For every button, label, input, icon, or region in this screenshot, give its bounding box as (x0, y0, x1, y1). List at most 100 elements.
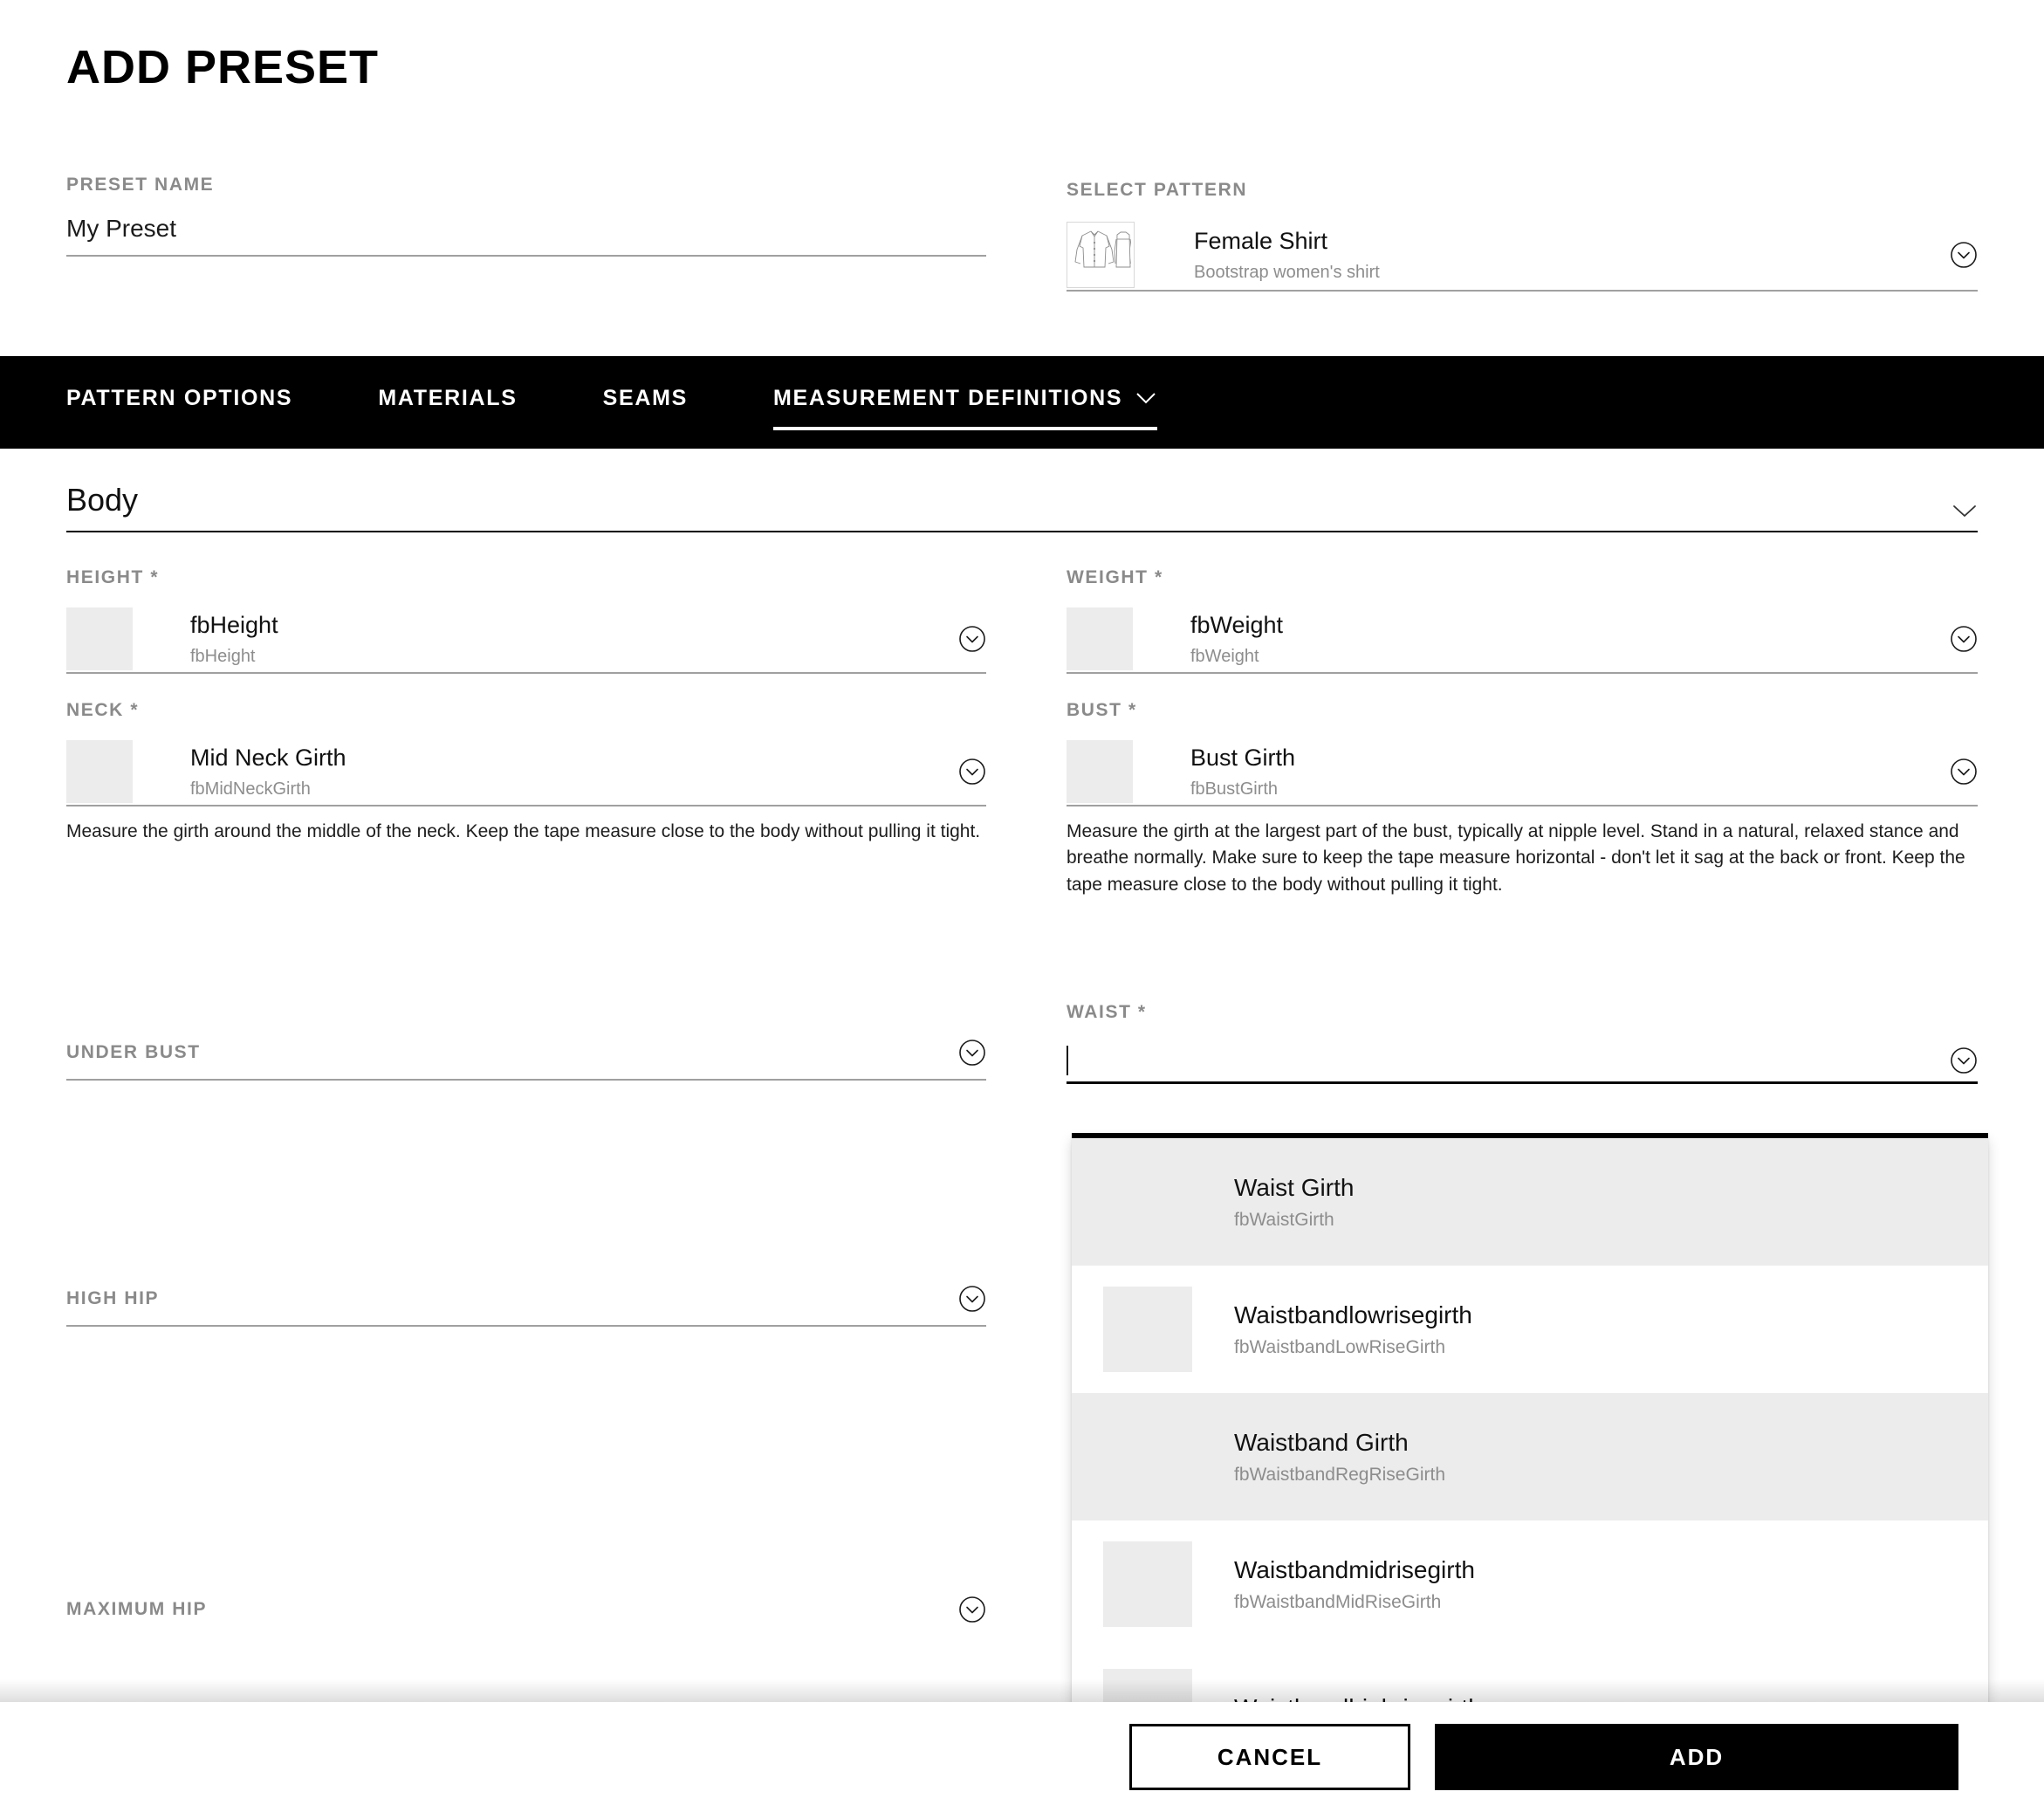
option-text: Waistband Girth fbWaistbandRegRiseGirth (1234, 1428, 1445, 1486)
field-weight-label: WEIGHT * (1067, 567, 1163, 587)
option-subtitle: fbWaistGirth (1234, 1210, 1334, 1231)
option-subtitle: fbWaistbandLowRiseGirth (1234, 1337, 1445, 1358)
option-title: Waist Girth (1234, 1173, 1355, 1201)
field-weight-subtitle: fbWeight (1190, 647, 1259, 667)
field-height-select[interactable]: fbHeight fbHeight (66, 606, 986, 674)
field-bust-text: Bust Girth fbBustGirth (1190, 744, 1295, 800)
field-weight-title: fbWeight (1190, 611, 1284, 638)
chevron-down-icon[interactable] (1951, 503, 1978, 518)
field-height: HEIGHT * fbHeight fbHeight (66, 567, 986, 674)
field-neck-label: NECK * (66, 700, 140, 720)
field-weight-text: fbWeight fbWeight (1190, 611, 1283, 668)
option-thumbnail (1103, 1287, 1192, 1372)
chevron-down-circle-icon[interactable] (958, 758, 986, 786)
option-subtitle: fbWaistbandRegRiseGirth (1234, 1465, 1445, 1486)
option-title: Waistband Girth (1234, 1428, 1409, 1456)
field-weight-select[interactable]: fbWeight fbWeight (1067, 606, 1978, 674)
field-under-bust-select[interactable]: UNDER BUST (66, 1039, 986, 1081)
pattern-thumbnail (1067, 222, 1135, 288)
add-preset-dialog: ADD PRESET PRESET NAME SELECT PATTERN (0, 0, 2044, 1812)
field-under-bust: UNDER BUST (66, 1039, 986, 1081)
field-under-bust-label: UNDER BUST (66, 1042, 201, 1062)
option-text: Waist Girth fbWaistGirth (1234, 1173, 1354, 1232)
tab-seams[interactable]: SEAMS (603, 386, 688, 420)
pattern-text: Female Shirt Bootstrap women's shirt (1194, 227, 1380, 284)
field-neck-subtitle: fbMidNeckGirth (190, 779, 311, 800)
preset-name-label: PRESET NAME (66, 175, 215, 195)
field-high-hip-label: HIGH HIP (66, 1288, 160, 1308)
select-pattern-dropdown[interactable]: Female Shirt Bootstrap women's shirt (1067, 220, 1978, 292)
field-bust-label: BUST * (1067, 700, 1137, 720)
field-bust-select[interactable]: Bust Girth fbBustGirth (1067, 738, 1978, 806)
field-maximum-hip: MAXIMUM HIP (66, 1596, 986, 1636)
dropdown-option[interactable]: Waistbandlowrisegirth fbWaistbandLowRise… (1072, 1266, 1988, 1393)
text-cursor (1067, 1045, 1068, 1075)
field-neck-thumbnail (66, 740, 133, 803)
tab-label: SEAMS (602, 385, 688, 410)
dropdown-option[interactable]: Waistbandmidrisegirth fbWaistbandMidRise… (1072, 1520, 1988, 1648)
tab-label: MATERIALS (378, 385, 518, 410)
field-neck-text: Mid Neck Girth fbMidNeckGirth (190, 744, 346, 800)
pattern-title: Female Shirt (1194, 227, 1328, 254)
chevron-down-circle-icon[interactable] (958, 1596, 986, 1623)
field-waist-label: WAIST * (1067, 1002, 1147, 1022)
chevron-down-circle-icon[interactable] (958, 625, 986, 653)
tab-label: MEASUREMENT DEFINITIONS (773, 385, 1123, 410)
tab-materials[interactable]: MATERIALS (378, 386, 517, 420)
field-neck-hint: Measure the girth around the middle of t… (66, 821, 981, 841)
select-pattern-group: SELECT PATTERN Female Shirt Bootstrap wo… (1067, 180, 1978, 292)
field-bust-title: Bust Girth (1190, 744, 1296, 771)
field-height-label: HEIGHT * (66, 567, 160, 587)
chevron-down-circle-icon[interactable] (1950, 1047, 1978, 1074)
field-neck-title: Mid Neck Girth (190, 744, 346, 771)
field-bust-thumbnail (1067, 740, 1133, 803)
field-height-title: fbHeight (190, 611, 278, 638)
tab-label: PATTERN OPTIONS (66, 385, 293, 410)
chevron-down-circle-icon[interactable] (958, 1285, 986, 1313)
select-pattern-label: SELECT PATTERN (1067, 180, 1248, 200)
add-button[interactable]: ADD (1435, 1724, 1958, 1790)
dropdown-top-border (1072, 1133, 1988, 1138)
waist-options-dropdown[interactable]: Waist Girth fbWaistGirth Waistbandlowris… (1072, 1138, 1988, 1714)
page-title: ADD PRESET (66, 41, 380, 93)
field-high-hip-select[interactable]: HIGH HIP (66, 1285, 986, 1327)
option-subtitle: fbWaistbandMidRiseGirth (1234, 1592, 1442, 1613)
tab-bar: PATTERN OPTIONS MATERIALS SEAMS MEASUREM… (0, 356, 2044, 449)
field-height-text: fbHeight fbHeight (190, 611, 278, 668)
field-maximum-hip-select[interactable]: MAXIMUM HIP (66, 1596, 986, 1636)
field-weight-thumbnail (1067, 607, 1133, 670)
field-bust-subtitle: fbBustGirth (1190, 779, 1279, 800)
field-height-subtitle: fbHeight (190, 647, 256, 667)
dialog-footer: CANCEL ADD (0, 1702, 2044, 1812)
section-title: Body (66, 482, 139, 518)
chevron-down-circle-icon[interactable] (1950, 241, 1978, 269)
dropdown-option[interactable]: Waistband Girth fbWaistbandRegRiseGirth (1072, 1393, 1988, 1520)
section-header-body[interactable]: Body (66, 482, 1978, 532)
field-bust-hint: Measure the girth at the largest part of… (1067, 821, 1965, 895)
field-neck-select[interactable]: Mid Neck Girth fbMidNeckGirth (66, 738, 986, 806)
option-text: Waistbandmidrisegirth fbWaistbandMidRise… (1234, 1555, 1475, 1614)
chevron-down-circle-icon[interactable] (1950, 625, 1978, 653)
option-title: Waistbandlowrisegirth (1234, 1301, 1472, 1328)
dropdown-option[interactable]: Waist Girth fbWaistGirth (1072, 1138, 1988, 1266)
field-height-thumbnail (66, 607, 133, 670)
header-fields: PRESET NAME SELECT PATTERN (0, 171, 2044, 337)
tab-pattern-options[interactable]: PATTERN OPTIONS (66, 386, 292, 420)
chevron-down-circle-icon[interactable] (958, 1039, 986, 1067)
option-thumbnail (1103, 1541, 1192, 1627)
pattern-subtitle: Bootstrap women's shirt (1194, 263, 1380, 283)
field-bust: BUST * Bust Girth fbBustGirth Measure th… (1067, 700, 1978, 898)
field-waist-combobox[interactable] (1067, 1039, 1978, 1084)
field-maximum-hip-label: MAXIMUM HIP (66, 1599, 208, 1619)
field-neck: NECK * Mid Neck Girth fbMidNeckGirth Mea… (66, 700, 986, 845)
tab-measurement-definitions[interactable]: MEASUREMENT DEFINITIONS (773, 385, 1158, 430)
chevron-down-icon (1135, 391, 1157, 405)
field-waist: WAIST * (1067, 1002, 1978, 1084)
preset-name-input[interactable] (66, 215, 986, 257)
cancel-button[interactable]: CANCEL (1129, 1724, 1410, 1790)
preset-name-group: PRESET NAME (66, 175, 986, 257)
chevron-down-circle-icon[interactable] (1950, 758, 1978, 786)
field-high-hip: HIGH HIP (66, 1285, 986, 1327)
option-title: Waistbandmidrisegirth (1234, 1555, 1475, 1583)
field-weight: WEIGHT * fbWeight fbWeight (1067, 567, 1978, 674)
